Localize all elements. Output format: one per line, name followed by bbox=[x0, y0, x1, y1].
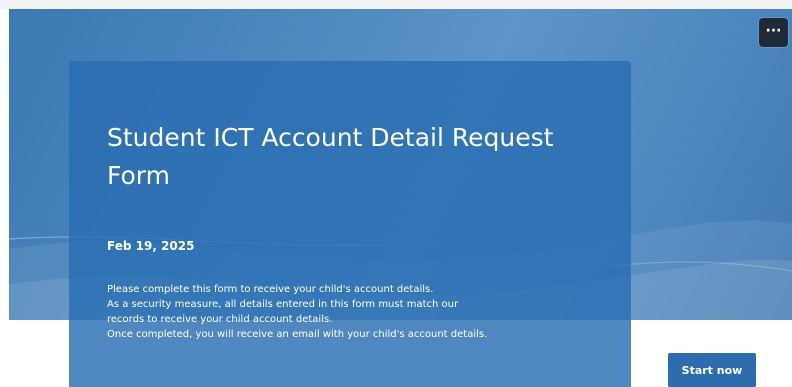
more-options-icon: ··· bbox=[765, 23, 782, 39]
form-intro-card: Student ICT Account Detail Request Form … bbox=[69, 61, 631, 387]
form-description: Please complete this form to receive you… bbox=[107, 282, 617, 342]
top-strip bbox=[0, 0, 792, 9]
form-welcome-page: ··· Student ICT Account Detail Request F… bbox=[0, 0, 792, 387]
start-now-button[interactable]: Start now bbox=[668, 353, 756, 387]
description-line: As a security measure, all details enter… bbox=[107, 299, 459, 310]
description-line: records to receive your child account de… bbox=[107, 314, 333, 325]
form-date: Feb 19, 2025 bbox=[107, 239, 195, 253]
description-line: Once completed, you will receive an emai… bbox=[107, 329, 488, 340]
description-line: Please complete this form to receive you… bbox=[107, 284, 434, 295]
form-title: Student ICT Account Detail Request Form bbox=[107, 123, 554, 190]
more-options-button[interactable]: ··· bbox=[759, 18, 788, 47]
